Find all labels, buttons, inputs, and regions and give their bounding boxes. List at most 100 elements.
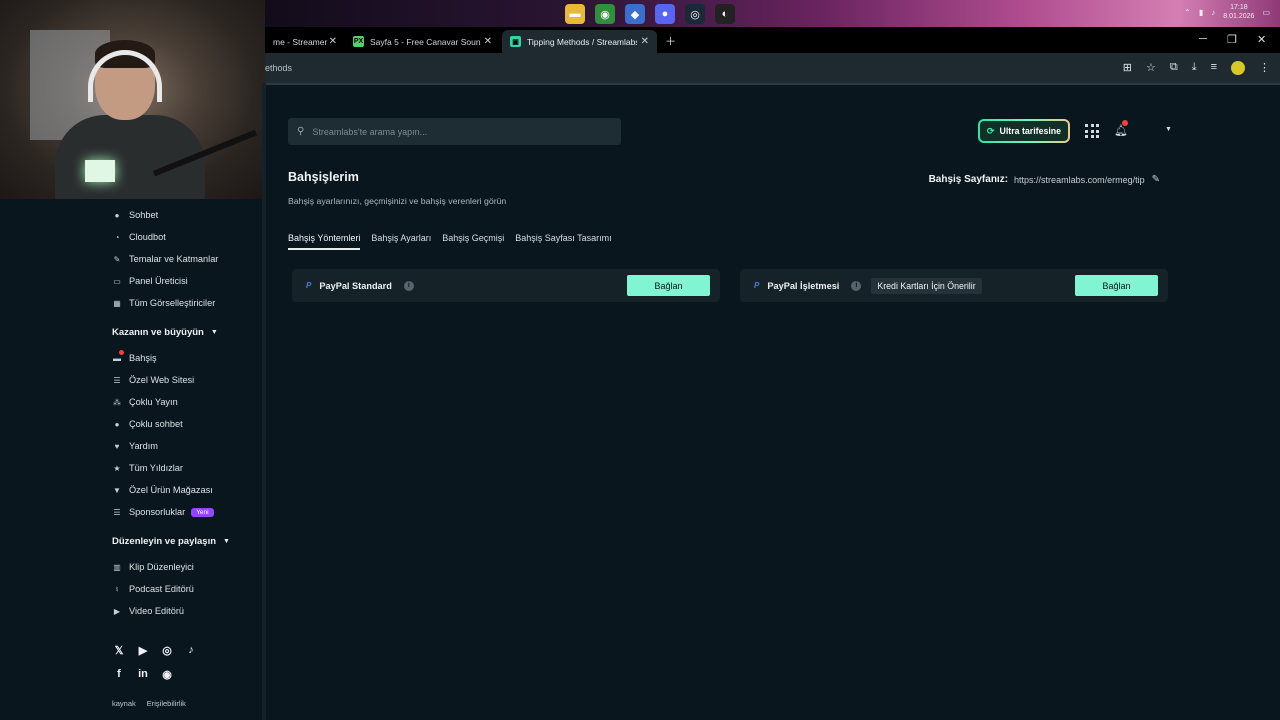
connect-button[interactable]: Bağlan [1075, 275, 1158, 296]
sidebar-section-edit[interactable]: Düzenleyin ve paylaşın ▼ [112, 536, 230, 547]
youtube-icon[interactable]: ▶ [136, 643, 150, 657]
tab-title: Tipping Methods / Streamlabs [527, 36, 637, 47]
sidebar-item-clip-editor[interactable]: ▥ Klip Düzenleyici [112, 560, 194, 574]
sidebar-item-panel-maker[interactable]: ▭ Panel Üreticisi [112, 274, 188, 288]
profile-avatar[interactable] [1231, 61, 1245, 75]
chat-icon: ● [114, 210, 120, 220]
sidebar-item-multichat[interactable]: ● Çoklu sohbet [112, 417, 183, 431]
edit-pencil-icon[interactable]: ✎ [1152, 174, 1160, 185]
extensions-icon[interactable]: ⧉ [1170, 61, 1178, 75]
bookmark-star-icon[interactable]: ☆ [1146, 61, 1156, 75]
linkedin-icon[interactable]: in [136, 667, 150, 681]
info-icon[interactable]: i [851, 280, 862, 291]
volume-icon[interactable]: ♪ [1211, 8, 1215, 17]
facebook-icon[interactable]: f [112, 667, 126, 681]
footer-link-accessibility[interactable]: Erişilebilirlik [147, 699, 186, 708]
clock-date: 8.01.2026 [1223, 13, 1255, 20]
discord-icon[interactable]: ● [655, 4, 675, 24]
address-bar: ethods ⊞ ☆ ⧉ ⤓ ≡ ⋮ [265, 53, 1280, 83]
apps-grid-icon[interactable] [1085, 124, 1099, 138]
sidebar-item-label: Video Editörü [129, 606, 184, 616]
new-tab-icon[interactable]: ＋ [665, 33, 676, 49]
notification-icon[interactable]: ▭ [1262, 8, 1270, 17]
page-title: Bahşişlerim [288, 170, 359, 184]
minimize-icon[interactable]: ─ [1199, 33, 1207, 45]
sidebar-item-stars[interactable]: ★ Tüm Yıldızlar [112, 461, 183, 475]
close-icon[interactable]: ✕ [641, 36, 649, 47]
sidebar-item-label: Özel Ürün Mağazası [129, 485, 213, 495]
tab-tip-history[interactable]: Bahşiş Geçmişi [442, 233, 504, 250]
ultra-upgrade-button[interactable]: ⟳ Ultra tarifesine [978, 119, 1070, 143]
sidebar-item-label: Sponsorluklar [129, 507, 186, 517]
sidebar-item-label: Yardım [129, 441, 158, 451]
close-icon[interactable]: ✕ [329, 36, 337, 47]
clock[interactable]: 17:18 8.01.2026 [1223, 3, 1254, 21]
url-field[interactable]: ethods [265, 63, 292, 73]
browser-tabbar: me - Streamer ✕ PX Sayfa 5 - Free Canava… [265, 27, 1280, 53]
media-icon[interactable]: ≡ [1211, 61, 1217, 75]
tip-page-url[interactable]: https://streamlabs.com/ermeg/tip [1014, 175, 1145, 185]
sidebar-item-podcast-editor[interactable]: ♮ Podcast Editörü [112, 582, 194, 596]
freesound-favicon-icon: PX [353, 36, 364, 47]
sidebar-item-help[interactable]: ♥ Yardım [112, 439, 158, 453]
heart-icon: ♥ [114, 441, 120, 451]
tiktok-icon[interactable]: ♪ [184, 643, 198, 657]
ultra-label: Ultra tarifesine [999, 126, 1062, 136]
sidebar-item-label: Çoklu sohbet [129, 419, 183, 429]
search-box[interactable]: ⚲ [288, 118, 621, 145]
tab-tip-settings[interactable]: Bahşiş Ayarları [371, 233, 431, 250]
sidebar-section-earn[interactable]: Kazanın ve büyüyün ▼ [112, 327, 218, 338]
app-diamond-icon[interactable]: ◆ [625, 4, 645, 24]
obs-icon[interactable]: ◐ [715, 4, 735, 24]
restore-icon[interactable]: ❐ [1227, 33, 1237, 46]
paypal-icon: P [306, 281, 312, 290]
browser-tab-2[interactable]: PX Sayfa 5 - Free Canavar Sound E ✕ [345, 30, 500, 53]
browser-tab-1[interactable]: me - Streamer ✕ [265, 30, 345, 53]
sidebar-item-label: Cloudbot [129, 232, 166, 242]
x-twitter-icon[interactable]: 𝕏 [112, 643, 126, 657]
info-icon[interactable]: i [403, 280, 414, 291]
translate-icon[interactable]: ⊞ [1123, 61, 1132, 75]
tab-tip-methods[interactable]: Bahşiş Yöntemleri [288, 233, 361, 250]
section-title: Düzenleyin ve paylaşın [112, 536, 217, 547]
taskbar: ▬ ◉ ◆ ● ◎ ◐ ⌃ ▮ ♪ 17:18 8.01.2026 ▭ [265, 0, 1280, 27]
tab-tip-page-design[interactable]: Bahşiş Sayfası Tasarımı [515, 233, 611, 250]
sidebar-item-visualizers[interactable]: ▦ Tüm Görselleştiriciler [112, 296, 215, 310]
sidebar-item-themes[interactable]: ✎ Temalar ve Katmanlar [112, 252, 219, 266]
taskbar-apps: ▬ ◉ ◆ ● ◎ ◐ [565, 4, 735, 24]
chevron-up-icon[interactable]: ⌃ [1184, 8, 1191, 17]
caret-down-icon: ▼ [210, 329, 218, 336]
sidebar-item-chat[interactable]: ● Sohbet [112, 208, 159, 222]
sidebar-item-label: Tüm Yıldızlar [129, 463, 183, 473]
sidebar-item-sponsorships[interactable]: ☰ Sponsorluklar Yeni [112, 505, 214, 519]
sidebar-item-label: Podcast Editörü [129, 584, 194, 594]
steam-icon[interactable]: ◎ [685, 4, 705, 24]
close-icon[interactable]: ✕ [484, 36, 492, 47]
screen: ▬ ◉ ◆ ● ◎ ◐ ⌃ ▮ ♪ 17:18 8.01.2026 ▭ me -… [0, 0, 1280, 720]
sidebar-item-label: Temalar ve Katmanlar [129, 254, 219, 264]
video-icon: ▶ [113, 606, 121, 616]
folder-icon[interactable]: ▬ [565, 4, 585, 24]
instagram-icon[interactable]: ◎ [160, 643, 174, 657]
usb-icon[interactable]: ▮ [1199, 8, 1203, 17]
bell-icon[interactable]: 🔔︎ [1114, 124, 1128, 137]
sidebar-item-multistream[interactable]: ⁂ Çoklu Yayın [112, 395, 178, 409]
sidebar-item-merch[interactable]: ▼ Özel Ürün Mağazası [112, 483, 213, 497]
discord-icon[interactable]: ◉ [160, 667, 174, 681]
sidebar-item-video-editor[interactable]: ▶ Video Editörü [112, 604, 184, 618]
footer-link-source[interactable]: kaynak [112, 699, 136, 708]
search-input[interactable] [312, 126, 593, 137]
connect-button[interactable]: Bağlan [627, 275, 710, 296]
close-window-icon[interactable]: ✕ [1257, 33, 1266, 46]
sidebar-item-website[interactable]: ☰ Özel Web Sitesi [112, 373, 194, 387]
chrome-icon[interactable]: ◉ [595, 4, 615, 24]
menu-kebab-icon[interactable]: ⋮ [1259, 61, 1270, 75]
download-icon[interactable]: ⤓ [1192, 61, 1197, 75]
webcam-microphone-light [85, 160, 115, 182]
ultra-button-inner: ⟳ Ultra tarifesine [980, 121, 1068, 141]
sidebar-item-cloudbot[interactable]: ◔ Cloudbot [112, 230, 166, 244]
tab-title: Sayfa 5 - Free Canavar Sound E [370, 36, 480, 47]
sidebar-item-tip[interactable]: ▬ Bahşiş [112, 350, 157, 365]
browser-tab-3[interactable]: ▣ Tipping Methods / Streamlabs ✕ [502, 30, 657, 53]
user-menu-caret-icon[interactable]: ▼ [1165, 126, 1172, 133]
